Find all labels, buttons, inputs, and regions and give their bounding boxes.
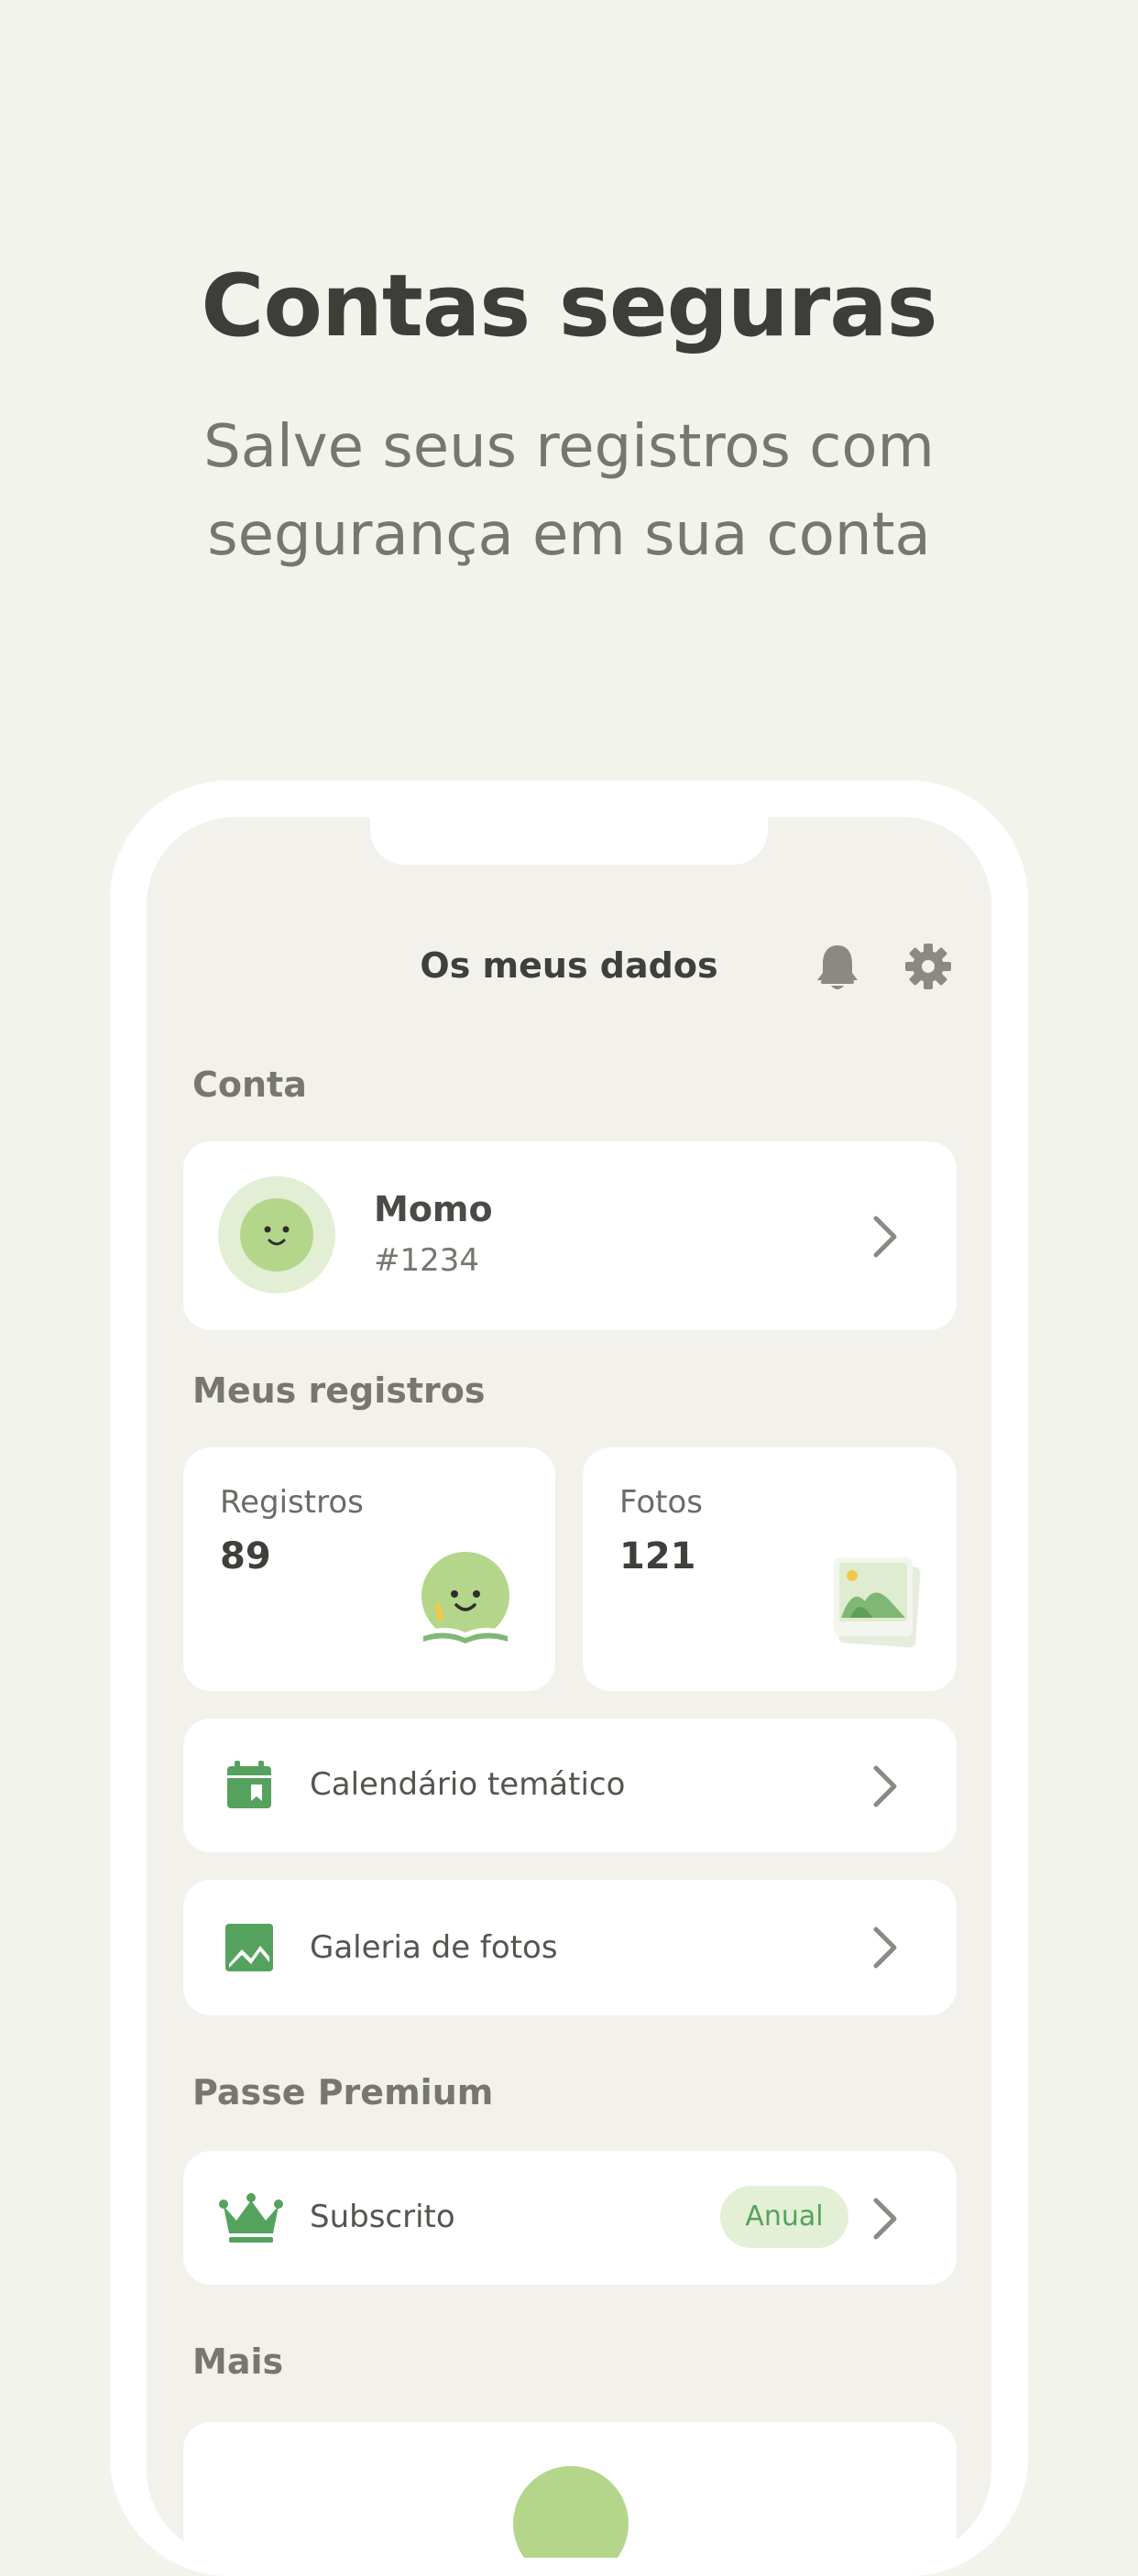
registros-value: 89: [220, 1535, 271, 1577]
phone-notch: [370, 817, 768, 865]
account-card[interactable]: Momo #1234: [183, 1141, 957, 1330]
chevron-right-icon: [873, 1927, 897, 1969]
section-label-premium: Passe Premium: [192, 2072, 494, 2112]
premium-row[interactable]: Subscrito Anual: [183, 2151, 957, 2285]
account-name: Momo: [374, 1189, 493, 1229]
calendar-label: Calendário temático: [310, 1766, 626, 1803]
fotos-value: 121: [619, 1535, 696, 1577]
bell-icon[interactable]: [814, 942, 861, 993]
gallery-label: Galeria de fotos: [310, 1929, 558, 1966]
registros-label: Registros: [220, 1484, 364, 1521]
registros-card[interactable]: Registros 89: [183, 1447, 555, 1691]
account-tag: #1234: [374, 1242, 480, 1279]
premium-status-label: Subscrito: [310, 2199, 455, 2235]
section-label-mais: Mais: [192, 2341, 284, 2382]
hero-title: Contas seguras: [201, 257, 937, 356]
gear-icon[interactable]: [903, 942, 953, 991]
avatar: [218, 1176, 335, 1293]
hero-subtitle-line2: segurança em sua conta: [207, 501, 931, 569]
plan-badge: Anual: [720, 2186, 848, 2248]
crown-icon: [219, 2193, 283, 2243]
section-label-registros: Meus registros: [192, 1370, 486, 1411]
fotos-card[interactable]: Fotos 121: [583, 1447, 957, 1691]
page-title: Os meus dados: [420, 945, 718, 986]
smiley-icon: [264, 1226, 290, 1246]
avatar-face: [240, 1198, 313, 1272]
section-label-conta: Conta: [192, 1064, 307, 1105]
hero-subtitle-line1: Salve seus registros com: [203, 413, 935, 481]
image-icon: [225, 1924, 273, 1971]
reading-mascot-icon: [421, 1552, 509, 1643]
calendar-icon: [227, 1761, 271, 1808]
fotos-label: Fotos: [619, 1484, 703, 1521]
photos-stack-icon: [834, 1557, 921, 1648]
gallery-row[interactable]: Galeria de fotos: [183, 1880, 957, 2015]
hero-subtitle: Salve seus registros com segurança em su…: [0, 403, 1138, 579]
phone-screen: Os meus dados Conta Momo #1234 Meus regi…: [147, 817, 991, 2558]
chevron-right-icon: [873, 1765, 897, 1807]
chevron-right-icon: [873, 1216, 897, 1258]
chevron-right-icon: [873, 2198, 897, 2240]
calendar-row[interactable]: Calendário temático: [183, 1719, 957, 1852]
